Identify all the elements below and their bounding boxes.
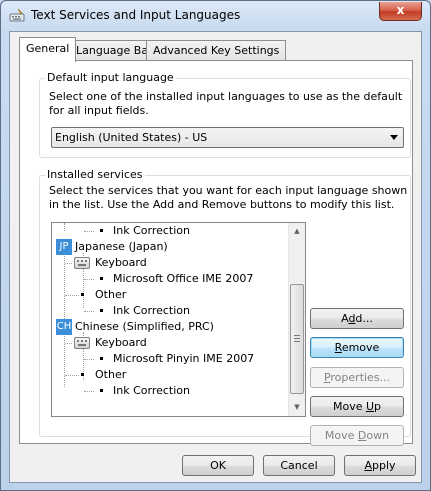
tree-item-ink-correction[interactable]: Ink Correction <box>52 383 292 399</box>
move-up-button[interactable]: Move Up <box>310 396 404 417</box>
button-label-part: emove <box>341 341 380 354</box>
tree-item-label: Keyboard <box>95 256 147 269</box>
bullet-icon <box>81 293 84 296</box>
button-label-part: Move <box>324 429 358 442</box>
button-label-part: own <box>366 429 390 442</box>
tree-item-japanese[interactable]: JP Japanese (Japan) <box>52 239 292 255</box>
ok-button[interactable]: OK <box>182 455 254 476</box>
tree-item-label: Microsoft Pinyin IME 2007 <box>113 352 255 365</box>
default-language-caption: Default input language <box>45 71 176 84</box>
scrollbar-thumb[interactable] <box>290 284 304 394</box>
tab-label: Language Bar <box>76 44 153 57</box>
button-label-part: d... <box>355 312 373 325</box>
tab-advanced-key-settings[interactable]: Advanced Key Settings <box>146 40 287 61</box>
tree-item-ink-correction[interactable]: Ink Correction <box>52 223 292 239</box>
button-label-part: pply <box>372 459 396 472</box>
cancel-button[interactable]: Cancel <box>263 455 335 476</box>
close-icon: x <box>396 3 405 17</box>
language-badge-icon: JP <box>56 239 72 255</box>
button-label-part: roperties... <box>330 371 391 384</box>
tree-item-chinese[interactable]: CH Chinese (Simplified, PRC) <box>52 319 292 335</box>
language-badge-icon: CH <box>56 319 72 335</box>
services-tree[interactable]: Ink Correction JP Japanese (Japan) Keybo… <box>51 222 306 417</box>
access-key: A <box>364 459 372 472</box>
dropdown-selected-value: English (United States) - US <box>55 131 208 144</box>
add-button[interactable]: Add... <box>310 308 404 329</box>
tree-item-other[interactable]: Other <box>52 287 292 303</box>
tree-item-ms-office-ime[interactable]: Microsoft Office IME 2007 <box>52 271 292 287</box>
access-key: U <box>365 400 375 413</box>
tree-item-label: Japanese (Japan) <box>75 240 168 253</box>
tree-item-label: Microsoft Office IME 2007 <box>113 272 254 285</box>
default-language-dropdown[interactable]: English (United States) - US <box>51 127 404 148</box>
title-bar[interactable]: Text Services and Input Languages x <box>1 1 430 31</box>
grip-icon <box>294 335 300 342</box>
dialog-client: General Language Bar Advanced Key Settin… <box>9 31 422 483</box>
tab-label: General <box>26 42 70 55</box>
tree-item-ink-correction[interactable]: Ink Correction <box>52 303 292 319</box>
tree-item-label: Keyboard <box>95 336 147 349</box>
keyboard-icon <box>74 257 90 269</box>
keyboard-app-icon <box>9 8 25 22</box>
default-language-description: Select one of the installed input langua… <box>49 90 403 117</box>
tree-scrollbar[interactable]: ▲ ▼ <box>288 223 305 416</box>
bullet-icon <box>100 389 103 392</box>
scroll-up-icon[interactable]: ▲ <box>289 223 305 240</box>
scroll-down-icon[interactable]: ▼ <box>289 399 305 416</box>
tree-item-label: Ink Correction <box>113 384 190 397</box>
button-label-part: Move <box>332 400 366 413</box>
tree-item-label: Ink Correction <box>113 224 190 237</box>
window-title: Text Services and Input Languages <box>31 8 241 22</box>
tree-item-keyboard[interactable]: Keyboard <box>52 255 292 271</box>
button-label-part: p <box>374 400 382 413</box>
close-button[interactable]: x <box>379 2 422 21</box>
move-down-button[interactable]: Move Down <box>310 425 404 446</box>
bullet-icon <box>100 309 103 312</box>
tree-item-label: Other <box>95 368 127 381</box>
tree-item-other[interactable]: Other <box>52 367 292 383</box>
bullet-icon <box>100 229 103 232</box>
remove-button[interactable]: Remove <box>310 337 404 358</box>
bullet-icon <box>81 373 84 376</box>
tree-item-keyboard[interactable]: Keyboard <box>52 335 292 351</box>
button-label: OK <box>210 459 226 472</box>
keyboard-icon <box>74 337 90 349</box>
dialog-window: Text Services and Input Languages x Gene… <box>0 0 431 491</box>
tree-item-ms-pinyin-ime[interactable]: Microsoft Pinyin IME 2007 <box>52 351 292 367</box>
tab-label: Advanced Key Settings <box>153 44 280 57</box>
button-label: Cancel <box>280 459 318 472</box>
bullet-icon <box>100 277 103 280</box>
tab-general[interactable]: General <box>19 37 77 62</box>
tree-item-label: Ink Correction <box>113 304 190 317</box>
bullet-icon <box>100 357 103 360</box>
general-tab-panel: Default input language Select one of the… <box>19 60 413 446</box>
access-key: R <box>334 341 342 354</box>
tree-item-label: Chinese (Simplified, PRC) <box>75 320 214 333</box>
properties-button[interactable]: Properties... <box>310 367 404 388</box>
apply-button[interactable]: Apply <box>344 455 416 476</box>
installed-services-caption: Installed services <box>45 168 145 181</box>
chevron-down-icon <box>390 135 398 140</box>
tree-item-label: Other <box>95 288 127 301</box>
installed-services-description: Select the services that you want for ea… <box>49 184 408 211</box>
